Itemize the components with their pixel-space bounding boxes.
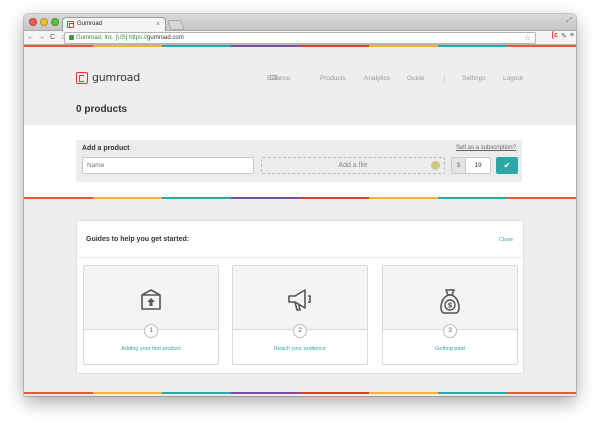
window-controls: [29, 18, 59, 26]
guide-card[interactable]: $ 3 Getting paid: [382, 265, 518, 365]
price-value[interactable]: 19: [466, 158, 490, 173]
stripe-segment: [231, 392, 300, 394]
balance-icon: [270, 75, 277, 80]
stripe-segment: [162, 197, 231, 199]
browser-window: Gumroad × ⤢ ← → C ⌂ Gumroad, Inc. [US] h…: [24, 14, 576, 396]
wrench-icon[interactable]: ✎: [561, 32, 567, 40]
checkmark-icon: ✔: [503, 161, 511, 170]
fullscreen-icon[interactable]: ⤢: [566, 17, 572, 25]
menu-icon[interactable]: ≡: [570, 32, 574, 40]
gumroad-logo-icon: [76, 71, 88, 84]
bookmark-star-icon[interactable]: ☆: [524, 33, 531, 43]
bottom-color-stripe: [24, 392, 576, 394]
page-title: 0 products: [76, 104, 128, 115]
url-scheme: https://: [129, 35, 148, 41]
stripe-segment: [93, 197, 162, 199]
sell-subscription-link[interactable]: Sell as a subscription?: [456, 145, 516, 151]
price-input[interactable]: $ 19: [451, 157, 491, 174]
nav-guide[interactable]: Guide: [407, 75, 424, 82]
logo-text: gumroad: [92, 71, 141, 84]
currency-symbol: $: [452, 158, 466, 173]
box-upload-icon: [141, 289, 161, 310]
guide-step-number: 2: [293, 324, 307, 338]
nav-settings[interactable]: Settings: [462, 75, 486, 82]
stripe-segment: [507, 197, 576, 199]
stripe-segment: [438, 392, 507, 394]
add-product-submit-button[interactable]: ✔: [496, 157, 518, 174]
stripe-segment: [300, 197, 369, 199]
address-bar[interactable]: Gumroad, Inc. [US] https://gumroad.com ☆: [64, 32, 536, 44]
guide-card[interactable]: 2 Reach your audience: [232, 265, 368, 365]
nav-divider: [444, 74, 445, 84]
guide-label[interactable]: Reach your audience: [233, 346, 367, 352]
nav-analytics[interactable]: Analytics: [364, 75, 390, 82]
guide-card[interactable]: 1 Adding your first product: [83, 265, 219, 365]
stripe-segment: [24, 197, 93, 199]
stripe-segment: [507, 392, 576, 394]
browser-toolbar: ← → C ⌂ Gumroad, Inc. [US] https://gumro…: [24, 31, 576, 45]
guides-close-link[interactable]: Close: [499, 237, 513, 243]
money-bag-icon: $: [440, 289, 460, 314]
browser-tab[interactable]: Gumroad ×: [62, 17, 166, 31]
page-content: gumroad Balance Products Analytics Guide…: [24, 45, 576, 396]
stripe-segment: [300, 392, 369, 394]
new-tab-button[interactable]: [167, 20, 185, 30]
nav-products[interactable]: Products: [320, 75, 346, 82]
lock-icon: [69, 35, 74, 40]
guide-label[interactable]: Getting paid: [383, 346, 517, 352]
add-file-dropzone[interactable]: Add a file: [261, 157, 445, 174]
guides-panel: Guides to help you get started: Close 1 …: [76, 220, 524, 374]
gumroad-favicon-icon: [67, 21, 74, 28]
stripe-segment: [93, 392, 162, 394]
url-host: gumroad.com: [147, 35, 184, 41]
add-product-title: Add a product: [82, 145, 130, 152]
forward-icon[interactable]: →: [37, 34, 46, 41]
close-window-button[interactable]: [29, 18, 37, 26]
minimize-window-button[interactable]: [40, 18, 48, 26]
stripe-segment: [369, 197, 438, 199]
stripe-segment: [231, 197, 300, 199]
tab-title: Gumroad: [77, 21, 103, 27]
gumroad-extension-icon[interactable]: [c: [552, 32, 558, 40]
guide-illustration: $: [383, 266, 517, 330]
svg-text:$: $: [448, 302, 453, 310]
paperclip-icon: [431, 161, 440, 170]
ev-certificate-label: Gumroad, Inc. [US]: [76, 35, 128, 41]
guides-divider: [77, 257, 523, 258]
stripe-segment: [162, 392, 231, 394]
product-name-input[interactable]: [82, 157, 254, 174]
guide-illustration: [84, 266, 218, 330]
guide-illustration: [233, 266, 367, 330]
add-product-form: Add a product Sell as a subscription? Ad…: [76, 140, 522, 182]
megaphone-icon: [288, 289, 311, 311]
guide-label[interactable]: Adding your first product: [84, 346, 218, 352]
tab-strip: Gumroad × ⤢: [24, 14, 576, 31]
add-file-label: Add a file: [338, 162, 368, 169]
stripe-segment: [24, 392, 93, 394]
tab-close-icon[interactable]: ×: [156, 18, 160, 31]
gumroad-logo[interactable]: gumroad: [76, 71, 140, 84]
guide-step-number: 1: [144, 324, 158, 338]
guides-title: Guides to help you get started:: [86, 236, 190, 243]
middle-color-stripe: [24, 197, 576, 199]
back-icon[interactable]: ←: [26, 34, 35, 41]
guide-step-number: 3: [443, 324, 457, 338]
zoom-window-button[interactable]: [51, 18, 59, 26]
toolbar-extensions: [c ✎ ≡: [552, 32, 574, 40]
reload-icon[interactable]: C: [48, 34, 57, 41]
stripe-segment: [438, 197, 507, 199]
stripe-segment: [369, 392, 438, 394]
nav-logout[interactable]: Logout: [503, 75, 523, 82]
header: gumroad Balance Products Analytics Guide…: [24, 47, 576, 125]
